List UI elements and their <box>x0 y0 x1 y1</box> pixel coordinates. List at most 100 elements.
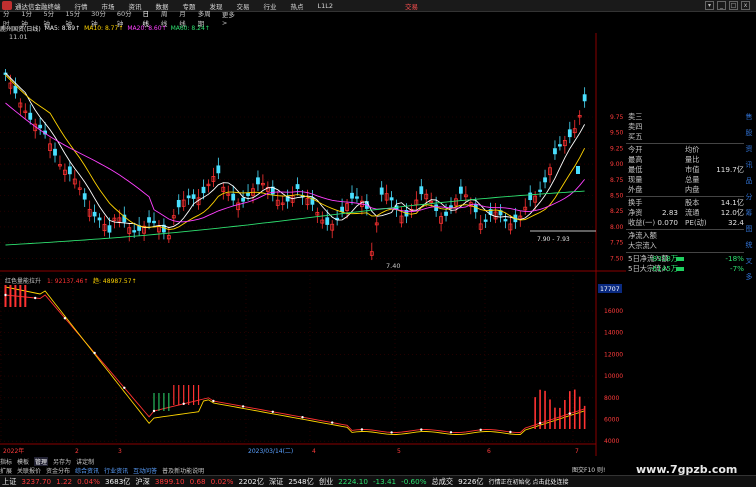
candle-body <box>538 189 542 192</box>
tab-fund-distribution[interactable]: 资金分布 <box>46 466 70 475</box>
quote-row: 外盘 内盘 <box>626 185 744 195</box>
quote-row: 今开 均价 <box>626 145 744 155</box>
time-tick-label: 2 <box>75 448 79 455</box>
quote-value-2: -7% <box>730 264 744 273</box>
quote-label: 最低 <box>628 165 643 174</box>
period-more[interactable]: 更多> <box>222 9 238 27</box>
side-tool-icon[interactable]: 统 <box>744 240 754 252</box>
candle-body <box>558 144 562 147</box>
side-tool-icon[interactable]: 图 <box>744 224 754 236</box>
quote-label: 净资 <box>628 208 643 217</box>
quote-label: 卖三 <box>628 112 643 121</box>
volume-tick-label: 6000 <box>604 417 619 424</box>
quote-separator <box>626 143 744 144</box>
minimize-icon[interactable]: _ <box>717 1 726 10</box>
sz-index-amount: 2548亿 <box>288 476 314 486</box>
tab-extend[interactable]: 扩展 <box>0 466 12 475</box>
help-hint[interactable]: 图交F10 则! <box>572 465 605 474</box>
sh-index-pct: 0.04% <box>77 477 100 486</box>
ma5-value: MA5: 8.89↑ <box>44 24 81 32</box>
candle-body <box>216 165 221 174</box>
quote-label-2: 流通 <box>685 208 700 217</box>
candle-body <box>241 197 246 202</box>
side-tool-icon[interactable]: 叉 <box>744 256 754 268</box>
candle-body <box>473 204 478 213</box>
tab-related-quote[interactable]: 关联报价 <box>17 466 41 475</box>
candle-body <box>186 195 191 199</box>
quote-value-2: 119.7亿 <box>716 165 744 174</box>
high-price-label: 11.01 <box>9 33 28 41</box>
sh-index-name[interactable]: 上证 <box>2 477 16 487</box>
quote-label: 买五 <box>628 132 643 141</box>
time-tick-label: 2023/03/14(二) <box>248 448 293 455</box>
kline-chart[interactable]: 11.01 7.40 7.90 - 7.93 红色量能拉升 1: 92137.4… <box>0 33 626 456</box>
tab-new-features[interactable]: 普及新功能说明 <box>162 466 204 475</box>
ma60-value: MA60: 8.24↑ <box>170 24 210 32</box>
dropdown-icon[interactable]: ▾ <box>705 1 714 10</box>
quote-row: 现量 总量 <box>626 175 744 185</box>
total-turnover-name: 总成交 <box>431 476 454 486</box>
connection-status[interactable]: 行情正在初始化 点击此处连接 <box>489 477 569 486</box>
volume-marker-dot <box>93 351 96 355</box>
candle-body <box>92 211 97 217</box>
menu-hotspot[interactable]: 热点 <box>291 1 304 11</box>
menu-industry[interactable]: 行业 <box>264 1 277 11</box>
menu-l1l2[interactable]: L1L2 <box>318 2 334 10</box>
menu-trade[interactable]: 交易 <box>237 1 250 11</box>
tab-qa[interactable]: 互动问答 <box>133 466 157 475</box>
side-tool-icon[interactable]: 股 <box>744 128 754 140</box>
candle-body <box>231 193 236 201</box>
side-tool-icon[interactable]: 筹 <box>744 208 754 220</box>
ma20-line <box>5 102 585 223</box>
volume-marker-dot <box>509 430 512 434</box>
side-tool-icon[interactable]: 讯 <box>744 160 754 172</box>
trade-link[interactable]: 交易 <box>405 1 418 11</box>
ma20-value: MA20: 8.60↑ <box>127 24 167 32</box>
sz-index-name[interactable]: 深证 <box>269 477 283 487</box>
sh-index-change: 1.22 <box>56 477 73 486</box>
hs-index-pct: 0.02% <box>210 477 234 486</box>
tab-general-news[interactable]: 综合资讯 <box>75 466 99 475</box>
price-tick-label: 9.50 <box>610 130 624 137</box>
volume-tick-label: 14000 <box>604 330 623 337</box>
candle-body <box>28 112 33 120</box>
quote-label-2: 市值 <box>685 165 700 174</box>
candle-body <box>201 186 206 194</box>
quote-label: 大宗流入 <box>628 241 657 250</box>
quote-row: 5日净流入额 -8318万 -18% <box>626 254 744 264</box>
quote-value-1: 0.070 <box>657 218 678 227</box>
ma10-line <box>5 74 585 231</box>
candle-body <box>107 225 112 233</box>
hs-index-name[interactable]: 沪深 <box>135 477 149 487</box>
volume-marker-dot <box>568 412 571 415</box>
volume-marker-dot <box>538 422 542 425</box>
volume-marker-dot <box>63 317 67 320</box>
volume-marker-dot <box>301 416 304 419</box>
flow-bar <box>676 257 684 261</box>
volume-tick-label: 12000 <box>604 351 623 358</box>
tab-industry-news[interactable]: 行业资讯 <box>104 466 128 475</box>
candle-body <box>53 148 57 156</box>
candle-body <box>82 193 87 200</box>
cy-index-name[interactable]: 创业 <box>319 477 333 487</box>
quote-label: 收益(一) <box>628 218 656 227</box>
close-icon[interactable]: x <box>741 1 750 10</box>
side-toolbar: 售股资讯品分筹图统叉多 <box>744 112 756 288</box>
volume-yellow-line <box>5 286 585 435</box>
quote-row: 最高 量比 <box>626 155 744 165</box>
volume-marker-dot <box>241 405 245 408</box>
quote-label-2: 内盘 <box>685 185 700 194</box>
side-tool-icon[interactable]: 多 <box>744 272 754 284</box>
maximize-icon[interactable]: □ <box>729 1 738 10</box>
menu-bar: 通达信金融终端 行情 市场 资讯 数据 专题 发现 交易 行业 热点 L1L2 … <box>0 0 756 12</box>
quote-row: 最低 市值 119.7亿 <box>626 165 744 175</box>
side-tool-icon[interactable]: 品 <box>744 176 754 188</box>
cy-index-pct: -0.60% <box>401 477 427 486</box>
chart-grid <box>0 33 626 456</box>
price-tick-label: 8.25 <box>610 208 624 215</box>
quote-separator <box>626 229 744 230</box>
side-tool-icon[interactable]: 资 <box>744 144 754 156</box>
candle-body <box>13 85 18 94</box>
side-tool-icon[interactable]: 分 <box>744 192 754 204</box>
side-tool-icon[interactable]: 售 <box>744 112 754 124</box>
